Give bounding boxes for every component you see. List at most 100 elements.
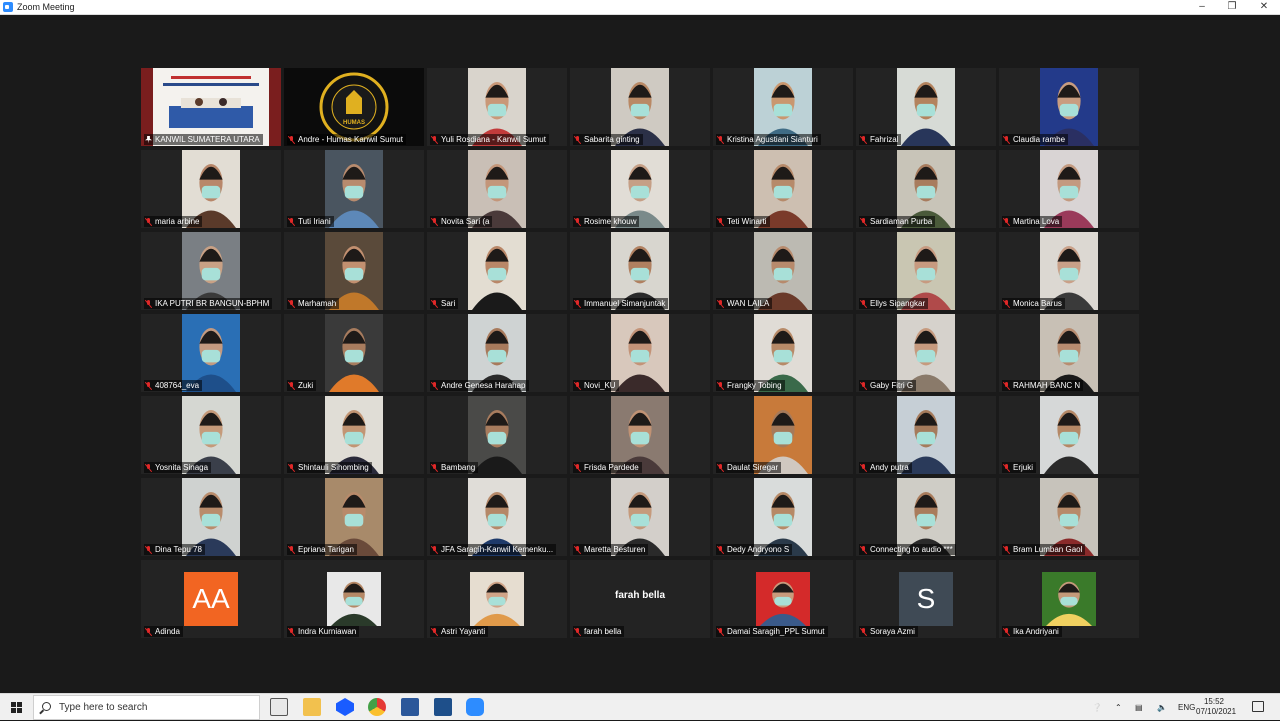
participant-tile[interactable]: Rosime khouw (570, 150, 710, 228)
participant-name: Frisda Pardede (584, 463, 639, 472)
participant-tile[interactable]: 408764_eva (141, 314, 281, 392)
participant-tile[interactable]: Sardiaman Purba (856, 150, 996, 228)
participant-tile[interactable]: RAHMAH BANC N (999, 314, 1139, 392)
zoom-taskbar-icon[interactable] (466, 698, 484, 716)
participant-tile[interactable]: Kristina Agustiani Sianturi (713, 68, 853, 146)
muted-mic-icon (431, 381, 438, 390)
participant-tile[interactable]: Teti Winarti (713, 150, 853, 228)
participant-tile[interactable]: Dina Tepu 78 (141, 478, 281, 556)
participant-tile[interactable]: WAN LAILA (713, 232, 853, 310)
participant-name: RAHMAH BANC N (1013, 381, 1081, 390)
participant-tile[interactable]: Sari (427, 232, 567, 310)
powershell-icon[interactable] (434, 698, 452, 716)
participant-tile[interactable]: Claudia rambe (999, 68, 1139, 146)
participant-tile[interactable]: Erjuki (999, 396, 1139, 474)
muted-mic-icon (717, 627, 724, 636)
participant-name-label: Teti Winarti (716, 216, 770, 227)
participant-tile[interactable]: Bambang (427, 396, 567, 474)
participant-tile[interactable]: Indra Kurniawan (284, 560, 424, 638)
participant-tile[interactable]: Yuli Rosdiana - Kanwil Sumut (427, 68, 567, 146)
participant-tile[interactable]: Ellys Sipangkar (856, 232, 996, 310)
participant-tile[interactable]: Astri Yayanti (427, 560, 567, 638)
chevron-up-icon[interactable]: ⌃ (1115, 694, 1125, 721)
participant-tile[interactable]: Frisda Pardede (570, 396, 710, 474)
participant-tile[interactable]: Maretta Besturen (570, 478, 710, 556)
participant-tile[interactable]: Novita Sari (a (427, 150, 567, 228)
participant-tile[interactable]: S Soraya Azmi (856, 560, 996, 638)
participant-name-label: Maretta Besturen (573, 544, 649, 555)
minimize-button[interactable]: – (1186, 0, 1218, 15)
participant-name-label: Astri Yayanti (430, 626, 489, 637)
participant-tile[interactable]: Dedy Andryono S (713, 478, 853, 556)
close-button[interactable]: ✕ (1248, 0, 1280, 15)
taskbar-search-box[interactable]: Type here to search (33, 695, 260, 720)
windows-start-button[interactable] (0, 694, 32, 721)
participant-tile[interactable]: Andre Genesa Harahap (427, 314, 567, 392)
participant-tile[interactable]: Fahrizal (856, 68, 996, 146)
participant-name: Novi_KU (584, 381, 616, 390)
participant-tile[interactable]: Sabarita ginting (570, 68, 710, 146)
participant-name-label: Marhamah (287, 298, 340, 309)
participant-tile[interactable]: Daulat Siregar (713, 396, 853, 474)
system-clock[interactable]: 15:52 07/10/2021 (1196, 697, 1236, 717)
participant-name-label: Novi_KU (573, 380, 619, 391)
participant-tile[interactable]: Monica Barus (999, 232, 1139, 310)
participant-tile[interactable]: Marhamah (284, 232, 424, 310)
participant-name-label: maria arbine (144, 216, 203, 227)
participant-name: Ika Andriyani (1013, 627, 1059, 636)
muted-mic-icon (860, 545, 867, 554)
participant-tile[interactable]: Martina Lova (999, 150, 1139, 228)
meeting-stage: KANWIL SUMATERA UTARA HUMAS Andre - Humas … (0, 15, 1280, 693)
participant-tile[interactable]: IKA PUTRI BR BANGUN-BPHM (141, 232, 281, 310)
participant-name: Yosnita Sinaga (155, 463, 209, 472)
participant-tile[interactable]: Bram Lumban Gaol (999, 478, 1139, 556)
participant-tile[interactable]: AA Adinda (141, 560, 281, 638)
participant-name-label: Tuti Iriani (287, 216, 334, 227)
participant-tile[interactable]: Damai Saragih_PPL Sumut (713, 560, 853, 638)
participant-name: Tuti Iriani (298, 217, 331, 226)
dropbox-icon[interactable] (336, 698, 354, 716)
participant-name: Martina Lova (1013, 217, 1060, 226)
participant-name: Dedy Andryono S (727, 545, 790, 554)
participant-tile[interactable]: Shintauli Sihombing (284, 396, 424, 474)
participant-name-label: Novita Sari (a (430, 216, 493, 227)
participant-tile[interactable]: Andy putra (856, 396, 996, 474)
participant-tile[interactable]: Novi_KU (570, 314, 710, 392)
help-icon[interactable]: ❔ (1092, 694, 1106, 721)
participant-tile[interactable]: Immanuel Simanjuntak (570, 232, 710, 310)
participant-tile[interactable]: Zuki (284, 314, 424, 392)
muted-mic-icon (1003, 381, 1010, 390)
participant-name-label: Zuki (287, 380, 317, 391)
participant-tile[interactable]: Tuti Iriani (284, 150, 424, 228)
participant-name: Soraya Azmi (870, 627, 915, 636)
participant-tile[interactable]: HUMAS Andre - Humas Kanwil Sumut (284, 68, 424, 146)
file-explorer-icon[interactable] (303, 698, 321, 716)
participant-tile[interactable]: Frangky Tobing (713, 314, 853, 392)
participant-name-label: Bram Lumban Gaol (1002, 544, 1086, 555)
participant-tile[interactable]: maria arbine (141, 150, 281, 228)
participant-tile[interactable]: Connecting to audio *** (856, 478, 996, 556)
participant-tile[interactable]: JFA Saragih-Kanwil Kemenku... (427, 478, 567, 556)
participant-name-label: Andre Genesa Harahap (430, 380, 529, 391)
maximize-button[interactable]: ❐ (1216, 0, 1248, 15)
participant-tile[interactable]: farah bella farah bella (570, 560, 710, 638)
participant-tile[interactable]: KANWIL SUMATERA UTARA (141, 68, 281, 146)
task-view-icon[interactable] (270, 698, 288, 716)
participant-name: Fahrizal (870, 135, 899, 144)
participant-tile[interactable]: Gaby Fitri G (856, 314, 996, 392)
participant-name-label: Sari (430, 298, 459, 309)
volume-icon[interactable]: 🔈 (1157, 694, 1169, 721)
participant-name: Andre Genesa Harahap (441, 381, 526, 390)
notification-icon[interactable] (1252, 701, 1264, 712)
participant-tile[interactable]: Ika Andriyani (999, 560, 1139, 638)
word-icon[interactable] (401, 698, 419, 716)
participant-tile[interactable]: Epriana Tarigan (284, 478, 424, 556)
participant-name-label: Connecting to audio *** (859, 544, 956, 555)
network-icon[interactable]: ▤ (1135, 694, 1147, 721)
muted-mic-icon (1003, 545, 1010, 554)
chrome-icon[interactable] (368, 698, 386, 716)
participant-name: Erjuki (1013, 463, 1034, 472)
muted-mic-icon (717, 135, 724, 144)
language-indicator[interactable]: ENG (1178, 694, 1195, 721)
participant-tile[interactable]: Yosnita Sinaga (141, 396, 281, 474)
